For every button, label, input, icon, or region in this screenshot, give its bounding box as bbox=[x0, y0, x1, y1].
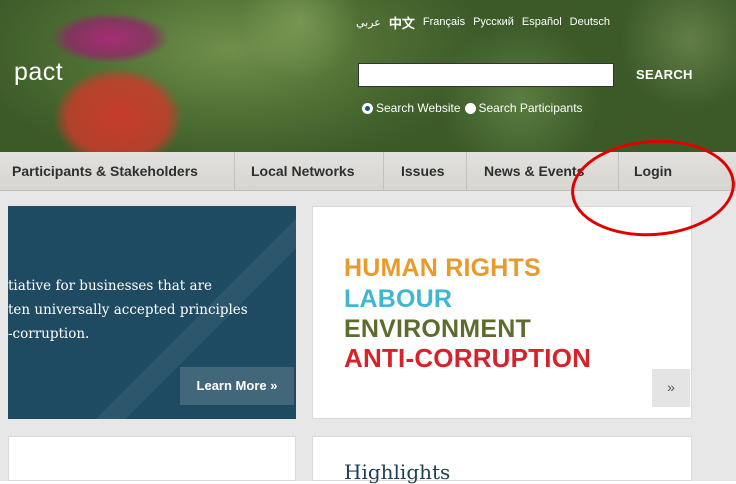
issue-human-rights[interactable]: HUMAN RIGHTS bbox=[344, 254, 541, 283]
search-button[interactable]: SEARCH bbox=[636, 67, 693, 82]
issue-labour[interactable]: LABOUR bbox=[344, 285, 452, 314]
nav-item-participants[interactable]: Participants & Stakeholders bbox=[12, 152, 198, 190]
intro-line: ten universally accepted principles bbox=[8, 302, 248, 318]
intro-line: tiative for businesses that are bbox=[8, 278, 213, 294]
language-bar: عربي 中文 Français Русский Español Deutsch bbox=[356, 13, 610, 32]
site-brand[interactable]: pact bbox=[14, 58, 63, 87]
search-input[interactable] bbox=[358, 63, 614, 87]
language-link-russian[interactable]: Русский bbox=[473, 16, 514, 28]
nav-divider bbox=[234, 152, 235, 190]
radio-search-website-label[interactable]: Search Website bbox=[376, 101, 461, 115]
language-link-arabic[interactable]: عربي bbox=[356, 16, 381, 29]
issue-anti-corruption[interactable]: ANTI-CORRUPTION bbox=[344, 343, 591, 374]
highlights-heading: Highlights bbox=[344, 460, 451, 484]
nav-item-news-events[interactable]: News & Events bbox=[484, 152, 584, 190]
lower-left-panel bbox=[8, 436, 296, 481]
language-link-german[interactable]: Deutsch bbox=[570, 16, 610, 28]
language-link-chinese[interactable]: 中文 bbox=[389, 13, 415, 32]
learn-more-button[interactable]: Learn More » bbox=[180, 367, 294, 405]
radio-search-website[interactable] bbox=[362, 102, 373, 114]
issue-environment[interactable]: ENVIRONMENT bbox=[344, 315, 531, 344]
nav-item-local-networks[interactable]: Local Networks bbox=[251, 152, 354, 190]
nav-item-issues[interactable]: Issues bbox=[401, 152, 445, 190]
nav-divider bbox=[383, 152, 384, 190]
radio-search-participants[interactable] bbox=[464, 102, 476, 114]
nav-divider bbox=[466, 152, 467, 190]
intro-text: tiative for businesses that are ten univ… bbox=[8, 274, 292, 346]
language-link-spanish[interactable]: Español bbox=[522, 16, 562, 28]
radio-search-participants-label[interactable]: Search Participants bbox=[479, 101, 583, 115]
language-link-french[interactable]: Français bbox=[423, 16, 465, 28]
intro-line: -corruption. bbox=[8, 326, 90, 342]
next-slide-button[interactable]: » bbox=[652, 369, 690, 407]
search-scope-options: Search Website Search Participants bbox=[362, 101, 583, 115]
